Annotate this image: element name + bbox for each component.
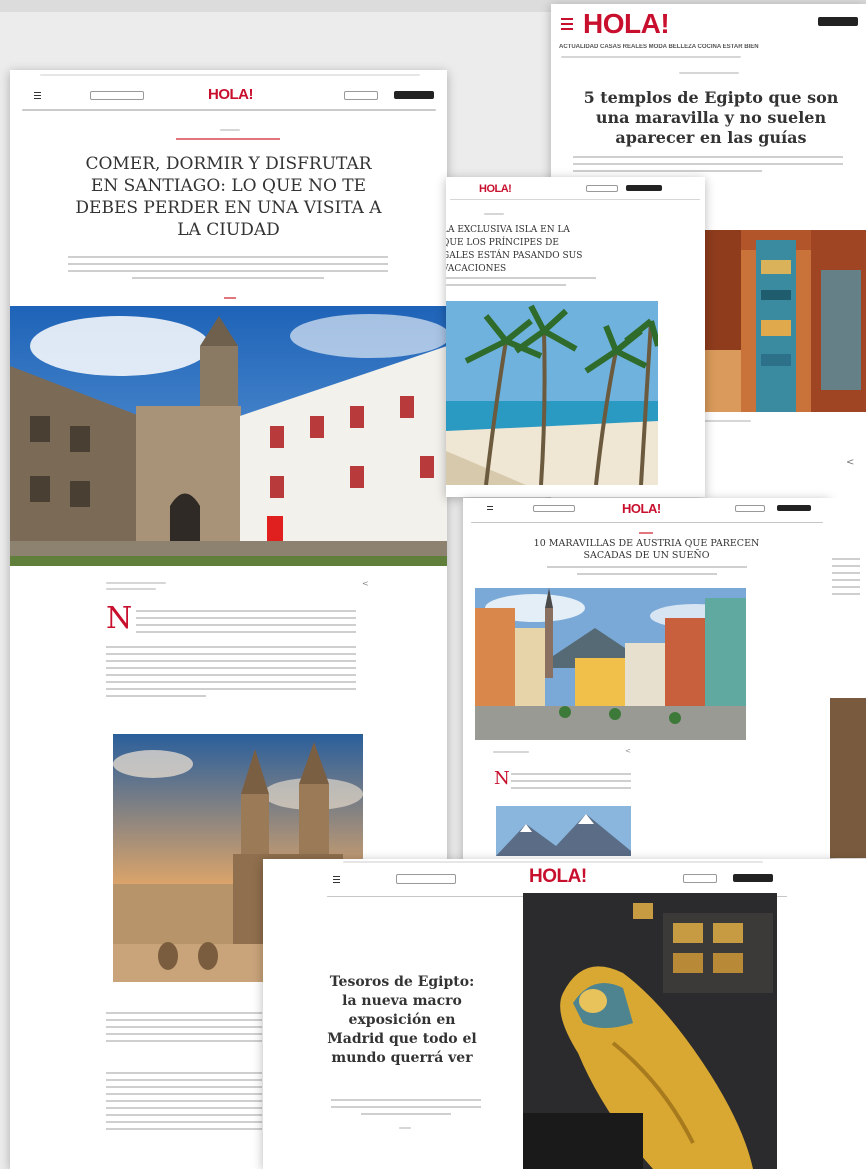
subscribe-button[interactable] xyxy=(626,185,662,191)
menu-icon[interactable] xyxy=(487,506,493,510)
article-subtitle xyxy=(331,1099,481,1120)
article-body-2 xyxy=(106,1012,262,1047)
article-title: COMER, DORMIR Y DISFRUTAR EN SANTIAGO: L… xyxy=(75,154,382,240)
hallstatt-photo xyxy=(475,588,746,740)
menu-icon[interactable] xyxy=(34,92,41,99)
search-button[interactable] xyxy=(683,874,717,883)
subscribe-button[interactable] xyxy=(733,874,773,882)
subscribe-button[interactable] xyxy=(818,17,858,26)
main-nav[interactable] xyxy=(22,109,436,111)
card-island[interactable]: HOLA! LA EXCLUSIVA ISLA EN LA QUE LOS PR… xyxy=(446,177,705,497)
search-button[interactable] xyxy=(344,91,378,100)
site-logo[interactable]: HOLA! xyxy=(479,183,512,195)
share-icon[interactable]: < xyxy=(625,747,631,755)
nav-divider xyxy=(561,56,741,58)
subscribe-button[interactable] xyxy=(777,505,811,511)
article-body xyxy=(136,610,356,638)
menu-icon[interactable] xyxy=(333,876,340,883)
main-nav[interactable]: ACTUALIDAD CASAS REALES MODA BELLEZA COC… xyxy=(559,44,864,50)
edition-selector[interactable] xyxy=(90,91,144,100)
article-title: Tesoros de Egipto: la nueva macro exposi… xyxy=(327,974,477,1066)
mountain-photo xyxy=(496,806,631,856)
author-tag xyxy=(399,1127,411,1129)
article-body-3 xyxy=(106,1072,262,1135)
share-icon[interactable]: < xyxy=(362,579,369,588)
santiago-building-photo xyxy=(10,306,447,566)
article-title: LA EXCLUSIVA ISLA EN LA QUE LOS PRÍNCIPE… xyxy=(446,225,583,274)
site-logo[interactable]: HOLA! xyxy=(583,8,670,40)
author-tag xyxy=(224,297,236,299)
search-button[interactable] xyxy=(735,505,765,512)
article-title: 10 MARAVILLAS DE AUSTRIA QUE PARECEN SAC… xyxy=(533,538,760,561)
main-nav[interactable] xyxy=(471,522,823,523)
breadcrumb xyxy=(220,129,240,131)
breadcrumb xyxy=(679,72,739,74)
card-egypt-treasures[interactable]: HOLA! Tesoros de Egipto: la nueva macro … xyxy=(263,859,866,1169)
photo-caption xyxy=(701,420,751,422)
share-icon[interactable]: < xyxy=(846,457,854,468)
topline xyxy=(343,861,763,863)
category-tag[interactable] xyxy=(176,138,280,140)
article-title: 5 templos de Egipto que son una maravill… xyxy=(583,88,839,147)
menu-icon[interactable] xyxy=(561,18,573,30)
author-name xyxy=(106,582,166,584)
card-austria[interactable]: HOLA! 10 MARAVILLAS DE AUSTRIA QUE PAREC… xyxy=(463,498,830,888)
beach-photo xyxy=(446,301,658,485)
publish-date xyxy=(106,588,156,590)
site-logo[interactable]: HOLA! xyxy=(529,866,587,888)
author-name xyxy=(493,751,529,753)
article-subtitle xyxy=(446,277,596,291)
article-body-cont xyxy=(106,646,356,702)
topline xyxy=(40,74,420,76)
site-logo[interactable]: HOLA! xyxy=(208,86,254,103)
breadcrumb xyxy=(484,213,504,215)
article-subtitle xyxy=(68,256,388,284)
category-tag[interactable] xyxy=(639,532,653,534)
search-button[interactable] xyxy=(586,185,618,192)
partial-article-strip xyxy=(830,498,866,858)
edition-selector[interactable] xyxy=(533,505,575,512)
article-body xyxy=(511,773,631,794)
main-nav[interactable] xyxy=(450,199,700,200)
edition-selector[interactable] xyxy=(396,874,456,884)
subscribe-button[interactable] xyxy=(394,91,434,99)
dropcap: N xyxy=(106,601,133,636)
site-logo[interactable]: HOLA! xyxy=(622,501,661,516)
temple-photo xyxy=(701,230,866,412)
article-subtitle xyxy=(547,566,747,580)
sarcophagus-photo xyxy=(523,893,777,1169)
dropcap: N xyxy=(494,768,510,789)
